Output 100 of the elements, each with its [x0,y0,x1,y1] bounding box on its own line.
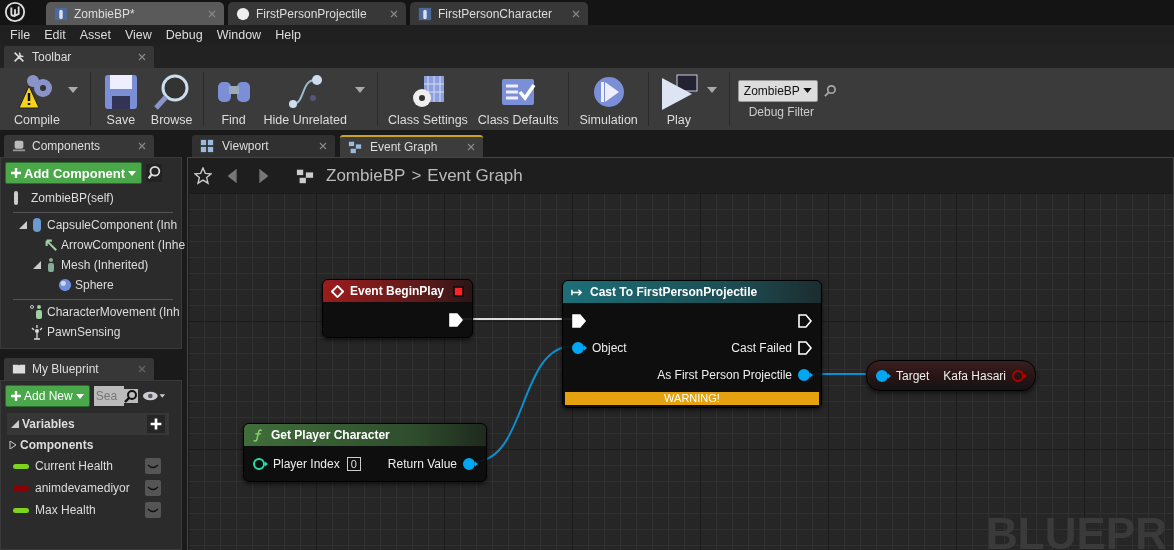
sphere-icon [236,6,250,21]
pin-value-field[interactable]: 0 [346,456,361,471]
window-grid-icon [200,139,214,153]
toolbar-button[interactable]: Class Settings [383,71,472,127]
diamond-icon [331,284,344,298]
graph-node[interactable]: Cast To FirstPersonProjectile Object Cast Failed As First Person Projectile WARNING! [562,280,822,408]
panel-tab[interactable]: My Blueprint [4,358,154,380]
menu-item[interactable]: View [118,26,160,44]
node-title: Event BeginPlay [350,284,446,298]
editor-tab[interactable]: Event Graph [340,135,483,157]
caret-icon[interactable] [706,87,717,93]
pin-label: As First Person Projectile [657,367,792,382]
close-icon[interactable] [319,142,327,150]
pin-icon[interactable] [462,456,478,471]
tree-item[interactable]: CapsuleComponent (Inh [47,218,178,232]
visibility-toggle-icon[interactable] [145,480,161,496]
toolbar-button[interactable]: Simulation [575,71,642,127]
search-field[interactable]: Sea [93,386,124,406]
editor-tab[interactable]: Viewport [192,135,335,157]
toolbar-button[interactable]: Hide Unrelated [259,71,351,127]
plus-icon[interactable] [147,415,165,433]
sphere-icon [58,277,72,293]
toolbar-button[interactable]: Save [96,71,145,127]
menu-item[interactable]: File [4,26,39,44]
expander-icon[interactable] [33,261,41,269]
search-icon[interactable] [823,84,837,97]
arrow-icon [44,237,58,253]
debug-filter-dropdown[interactable]: ZombieBP [737,79,818,102]
document-tab[interactable]: FirstPersonProjectile [228,2,406,25]
category-label[interactable]: Components [20,438,177,452]
menu-item[interactable]: Help [269,26,309,44]
variable-name[interactable]: Max Health [35,503,139,517]
toolbar-button[interactable]: Find [209,71,258,127]
expander-icon[interactable] [19,221,27,229]
close-icon[interactable] [572,9,580,18]
toolbar-button[interactable]: Play [654,71,703,127]
variable-name[interactable]: animdevamediyor [35,481,139,495]
eye-icon[interactable] [141,390,166,402]
panel-tab[interactable]: Components [4,135,154,157]
pin-icon[interactable] [448,312,464,327]
caret-icon[interactable] [354,87,365,93]
caret-icon [802,88,812,93]
plus-icon [11,168,21,178]
pin-icon[interactable] [571,340,587,355]
pin-icon[interactable] [797,340,813,355]
menu-item[interactable]: Asset [73,26,119,44]
warning-bar: WARNING! [565,392,819,405]
variables-header[interactable]: Variables [7,413,169,435]
pin-icon[interactable] [252,456,268,471]
caret-icon[interactable] [67,87,78,93]
caret-icon [128,170,137,176]
menu-item[interactable]: Window [210,26,270,44]
book-icon [12,362,26,376]
close-icon[interactable] [390,9,398,18]
graph-node[interactable]: Event BeginPlay [322,279,473,338]
tree-item[interactable]: ArrowComponent (Inhe [61,238,186,252]
pin-label: Object [592,340,627,355]
variable-name[interactable]: Current Health [35,459,139,473]
tree-item[interactable]: Mesh (Inherited) [61,258,149,272]
pin-icon[interactable] [797,367,813,382]
menu-item[interactable]: Debug [159,26,211,44]
expander-icon[interactable] [9,441,17,449]
delegate-pin-icon[interactable] [453,285,464,297]
visibility-toggle-icon[interactable] [145,502,161,518]
pin-icon[interactable] [797,313,813,328]
breadcrumb-item[interactable]: Event Graph [427,165,523,186]
close-icon[interactable] [138,53,146,61]
star-icon[interactable] [194,166,212,185]
document-tab[interactable]: FirstPersonCharacter [410,2,588,25]
toolbar-button[interactable]: Class Defaults [473,71,563,127]
debug-filter-label: Debug Filter [748,104,814,119]
menu-item[interactable]: Edit [38,26,74,44]
search-icon[interactable] [146,163,163,183]
expander-icon[interactable] [11,420,19,428]
capsule-icon [30,217,44,233]
breadcrumb-item[interactable]: ZombieBP [326,165,406,186]
pin-label: Cast Failed [731,340,792,355]
tree-item[interactable]: Sphere [75,278,114,292]
document-tab[interactable]: ZombieBP* [46,2,224,25]
toolbar-button[interactable]: Compile [10,71,64,127]
pin-icon[interactable] [875,368,891,383]
pin-icon[interactable] [571,313,587,328]
toolbar-button[interactable]: Browse [146,71,197,127]
engine-logo [4,1,26,23]
graph-node[interactable]: Target Kafa Hasari [866,360,1036,391]
caret-icon [75,393,84,399]
tree-item[interactable]: ZombieBP(self) [31,191,114,205]
close-icon[interactable] [467,143,475,151]
panel-tab[interactable]: Toolbar [4,46,154,68]
pin-label: Return Value [387,456,457,471]
plus-icon [11,391,21,401]
visibility-toggle-icon[interactable] [145,458,161,474]
close-icon[interactable] [138,142,146,150]
graph-icon [348,140,362,154]
node-title: Get Player Character [271,428,391,442]
tree-item[interactable]: CharacterMovement (Inh [47,305,180,319]
pin-label: Kafa Hasari [943,368,1006,383]
tree-item[interactable]: PawnSensing [47,325,121,339]
pin-label: Target [896,368,930,383]
graph-node[interactable]: Get Player Character Player Index 0 Return Value [243,423,487,482]
